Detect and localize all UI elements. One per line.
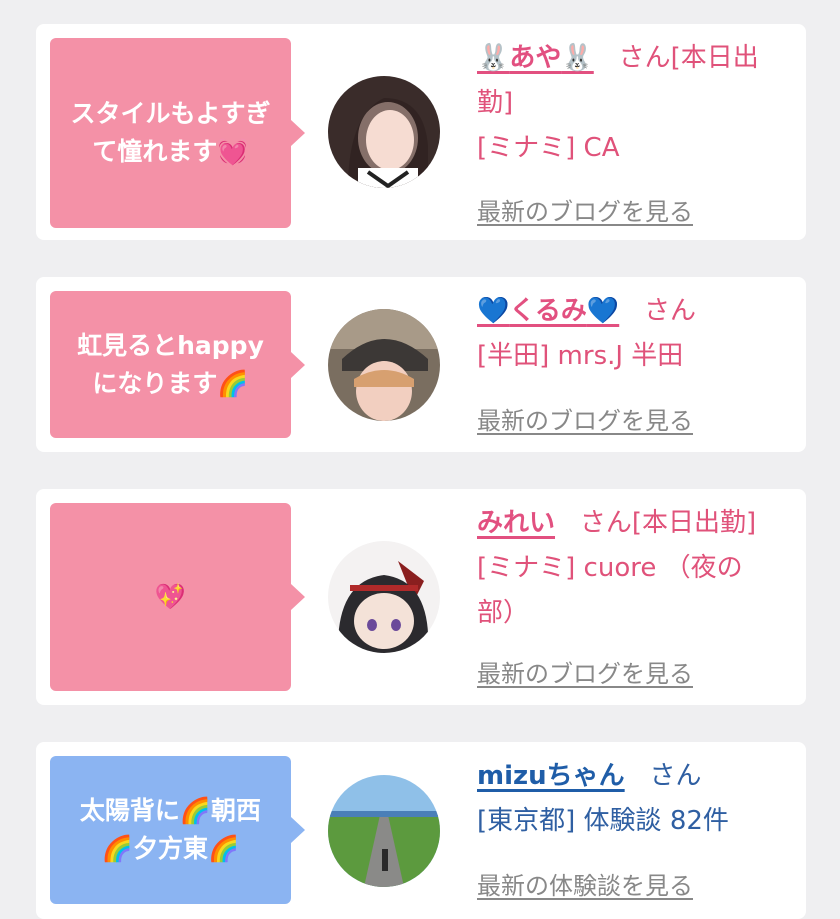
review-card-1: スタイルもよすぎ て憧れます💓 🐰あや🐰 さん[本日出 勤] [ミナミ] CA … — [36, 24, 806, 240]
review-card-3: 💖 みれい さん[本日出勤] [ミナミ] cuore （夜の 部） 最新のブログ… — [36, 489, 806, 705]
name-line: 🐰あや🐰 さん[本日出 — [477, 36, 797, 81]
girl-name-link[interactable]: 🐰あや🐰 — [477, 43, 594, 73]
avatar[interactable] — [328, 775, 440, 887]
honorific: さん[本日出勤] — [579, 508, 757, 538]
girl-info: mizuちゃん さん [東京都] 体験談 82件 — [477, 754, 797, 844]
girl-name-link[interactable]: みれい — [477, 508, 555, 538]
comment-bubble: 虹見るとhappy になります🌈 — [50, 291, 305, 438]
girl-info: 💙くるみ💙 さん [半田] mrs.J 半田 — [477, 289, 797, 379]
latest-blog-link[interactable]: 最新のブログを見る — [477, 192, 693, 227]
review-card-2: 虹見るとhappy になります🌈 💙くるみ💙 さん [半田] mrs.J 半田 … — [36, 277, 806, 452]
name-line: みれい さん[本日出勤] — [477, 501, 797, 546]
comment-bubble: 💖 — [50, 503, 305, 691]
shop-line-cont: 部） — [477, 598, 530, 628]
avatar[interactable] — [328, 76, 440, 188]
honorific: さん — [644, 296, 697, 326]
comment-bubble: スタイルもよすぎ て憧れます💓 — [50, 38, 305, 228]
shop-line: [半田] mrs.J 半田 — [477, 341, 684, 371]
shop-line: [東京都] 体験談 82件 — [477, 806, 729, 836]
latest-review-link[interactable]: 最新の体験談を見る — [477, 866, 693, 901]
avatar[interactable] — [328, 309, 440, 421]
girl-info: 🐰あや🐰 さん[本日出 勤] [ミナミ] CA — [477, 36, 797, 171]
shop-line: [ミナミ] cuore （夜の — [477, 553, 743, 583]
name-line: 💙くるみ💙 さん — [477, 289, 797, 334]
honorific: さん — [649, 761, 702, 791]
latest-blog-link[interactable]: 最新のブログを見る — [477, 401, 693, 436]
user-name-link[interactable]: mizuちゃん — [477, 761, 625, 791]
girl-name-link[interactable]: 💙くるみ💙 — [477, 296, 619, 326]
girl-info: みれい さん[本日出勤] [ミナミ] cuore （夜の 部） — [477, 501, 797, 636]
honorific: さん[本日出 — [618, 43, 759, 73]
honorific-cont: 勤] — [477, 88, 514, 118]
shop-line: [ミナミ] CA — [477, 133, 620, 163]
latest-blog-link[interactable]: 最新のブログを見る — [477, 654, 693, 689]
avatar[interactable] — [328, 541, 440, 653]
review-card-4: 太陽背に🌈朝西 🌈夕方東🌈 mizuちゃん さん [東京都] 体験談 82件 最… — [36, 742, 806, 919]
comment-bubble: 太陽背に🌈朝西 🌈夕方東🌈 — [50, 756, 305, 904]
name-line: mizuちゃん さん — [477, 754, 797, 799]
